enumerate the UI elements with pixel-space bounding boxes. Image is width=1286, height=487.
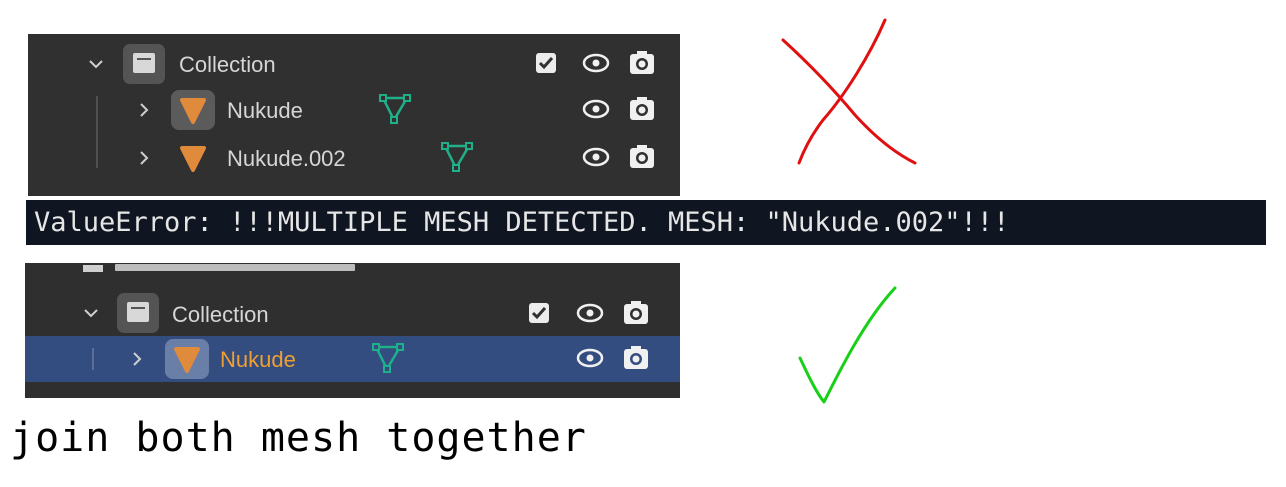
- collection-row[interactable]: Collection: [28, 42, 680, 88]
- mesh-object-icon: [171, 138, 215, 178]
- cross-mark-icon: [781, 18, 917, 165]
- mesh-data-icon[interactable]: [378, 92, 412, 126]
- checkbox-checked-icon[interactable]: [536, 53, 556, 73]
- chevron-down-icon[interactable]: [83, 305, 99, 321]
- mesh-data-icon[interactable]: [440, 140, 474, 174]
- camera-icon[interactable]: [628, 50, 656, 74]
- tree-guide-line: [92, 348, 94, 370]
- eye-icon[interactable]: [576, 301, 604, 325]
- collection-label: Collection: [172, 302, 269, 327]
- eye-icon[interactable]: [582, 97, 610, 121]
- outliner-item-row[interactable]: Nukude.002: [28, 135, 680, 181]
- collection-row[interactable]: Collection: [25, 291, 680, 337]
- mesh-object-icon: [171, 90, 215, 130]
- camera-icon[interactable]: [628, 96, 656, 120]
- camera-icon[interactable]: [622, 300, 650, 324]
- outliner-item-row[interactable]: Nukude: [28, 87, 680, 133]
- mesh-object-icon: [165, 339, 209, 379]
- collection-icon: [117, 293, 159, 333]
- chevron-down-icon[interactable]: [88, 56, 104, 72]
- object-label: Nukude: [227, 98, 303, 123]
- collection-label: Collection: [179, 52, 276, 77]
- camera-icon[interactable]: [628, 144, 656, 168]
- object-label: Nukude: [220, 347, 296, 372]
- chevron-right-icon[interactable]: [129, 351, 145, 367]
- outliner-panel-before: Collection Nukude Nukude.002: [28, 34, 680, 196]
- chevron-right-icon[interactable]: [136, 150, 152, 166]
- chevron-right-icon[interactable]: [136, 102, 152, 118]
- check-mark-icon: [798, 286, 897, 404]
- object-label: Nukude.002: [227, 146, 346, 171]
- collection-icon: [123, 44, 165, 84]
- outliner-item-row-selected[interactable]: Nukude: [25, 336, 680, 382]
- eye-icon[interactable]: [582, 145, 610, 169]
- eye-icon[interactable]: [576, 346, 604, 370]
- camera-icon[interactable]: [622, 345, 650, 369]
- checkbox-checked-icon[interactable]: [529, 303, 549, 323]
- caption: join both mesh together: [10, 415, 587, 461]
- eye-icon[interactable]: [582, 51, 610, 75]
- mesh-data-icon[interactable]: [371, 341, 405, 375]
- outliner-panel-after: Collection Nukude: [25, 272, 680, 398]
- error-message: ValueError: !!!MULTIPLE MESH DETECTED. M…: [26, 200, 1266, 245]
- scene-collection-row-cropped: [25, 263, 680, 272]
